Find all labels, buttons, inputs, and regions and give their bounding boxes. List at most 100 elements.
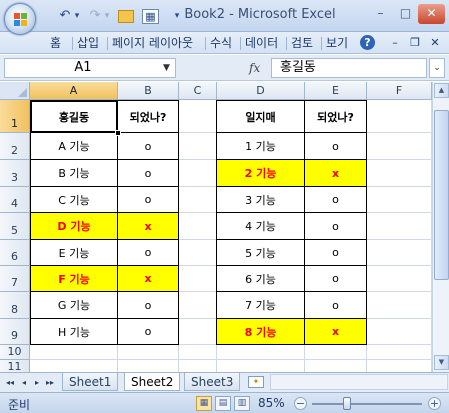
cell-a7[interactable]: F 기능 — [30, 265, 118, 292]
fill-handle[interactable] — [115, 130, 121, 136]
page-layout-view-icon[interactable]: ▤ — [215, 396, 231, 411]
cell-d2[interactable]: 1 기능 — [216, 132, 305, 160]
zoom-slider-thumb[interactable] — [343, 397, 351, 410]
normal-view-icon[interactable]: ▦ — [196, 396, 212, 411]
row-header[interactable]: 11 — [0, 360, 30, 372]
open-folder-icon[interactable]: ▭ — [118, 10, 134, 23]
expand-formula-bar-icon[interactable]: ⌄ — [429, 58, 445, 78]
name-box-dropdown-icon[interactable]: ▼ — [163, 59, 175, 77]
ribbon-minimize-button[interactable]: – — [388, 32, 402, 54]
cell-a3[interactable]: B 기능 — [30, 159, 118, 187]
sheet-tab-sheet2[interactable]: Sheet2 — [124, 373, 181, 391]
close-button[interactable]: ✕ — [418, 4, 445, 24]
cell-e9[interactable]: x — [304, 318, 367, 345]
select-all-button[interactable] — [0, 82, 30, 100]
page-break-view-icon[interactable]: ▥ — [234, 396, 250, 411]
row-header[interactable]: 4 — [0, 187, 30, 213]
ribbon-restore-button[interactable]: ❐ — [408, 32, 422, 54]
column-header[interactable]: D — [217, 82, 305, 100]
zoom-slider-track[interactable] — [312, 403, 422, 405]
help-icon[interactable]: ? — [360, 35, 375, 50]
cell-d4[interactable]: 3 기능 — [216, 186, 305, 213]
maximize-button[interactable]: □ — [393, 4, 418, 24]
tab-insert[interactable]: 삽입 — [77, 32, 99, 54]
zoom-in-icon[interactable]: + — [428, 397, 441, 410]
office-logo-icon — [14, 13, 28, 27]
tab-formulas[interactable]: 수식 — [210, 32, 232, 54]
cell-d9[interactable]: 8 기능 — [216, 318, 305, 345]
column-header[interactable]: B — [118, 82, 179, 100]
vertical-scroll-thumb[interactable] — [434, 110, 449, 280]
cell-b8[interactable]: o — [117, 291, 179, 319]
sheet-tab-sheet1[interactable]: Sheet1 — [62, 373, 119, 391]
cell-a4[interactable]: C 기능 — [30, 186, 118, 213]
cell-d6[interactable]: 5 기능 — [216, 239, 305, 266]
next-sheet-icon[interactable]: ▸ — [32, 376, 42, 390]
row-header[interactable]: 5 — [0, 213, 30, 240]
row-header[interactable]: 3 — [0, 160, 30, 187]
column-header[interactable]: E — [305, 82, 367, 100]
column-header[interactable]: F — [367, 82, 432, 100]
ribbon-close-button[interactable]: ✕ — [428, 32, 442, 54]
office-button[interactable] — [4, 3, 36, 35]
minimize-button[interactable]: – — [368, 4, 393, 24]
cell-e5[interactable]: o — [304, 212, 367, 240]
cell-d1[interactable]: 일지매 — [216, 100, 305, 133]
scroll-up-icon[interactable]: ▲ — [434, 83, 449, 98]
sheet-tab-sheet3[interactable]: Sheet3 — [184, 373, 241, 391]
cell-b1[interactable]: 되었나? — [117, 100, 179, 133]
row-header[interactable]: 9 — [0, 319, 30, 345]
cell-b5[interactable]: x — [117, 212, 179, 240]
cell-a2[interactable]: A 기능 — [30, 132, 118, 160]
last-sheet-icon[interactable]: ▸▸ — [45, 376, 55, 390]
column-header[interactable]: C — [179, 82, 217, 100]
prev-sheet-icon[interactable]: ◂ — [19, 376, 29, 390]
tab-page-layout[interactable]: 페이지 레이아웃 — [112, 32, 193, 54]
undo-dropdown-icon[interactable]: ▾ — [72, 7, 82, 25]
zoom-level[interactable]: 85% — [258, 396, 285, 410]
zoom-out-icon[interactable]: − — [294, 397, 307, 410]
cell-b3[interactable]: o — [117, 159, 179, 187]
tab-home[interactable]: 홈 — [50, 32, 61, 54]
cell-d7[interactable]: 6 기능 — [216, 265, 305, 292]
tab-separator — [72, 37, 73, 50]
tab-view[interactable]: 보기 — [326, 32, 348, 54]
cell-a8[interactable]: G 기능 — [30, 291, 118, 319]
name-box[interactable]: A1 ▼ — [4, 58, 176, 78]
formula-input[interactable]: 홍길동 — [271, 58, 427, 78]
row-header[interactable]: 7 — [0, 266, 30, 292]
cell-b6[interactable]: o — [117, 239, 179, 266]
cell-b2[interactable]: o — [117, 132, 179, 160]
horizontal-scrollbar[interactable] — [270, 374, 448, 390]
row-header[interactable]: 10 — [0, 345, 30, 360]
cell-d3[interactable]: 2 기능 — [216, 159, 305, 187]
worksheet-grid[interactable]: A B C D E F 1 2 3 4 5 6 7 8 9 10 11 홍길동 … — [0, 82, 432, 372]
cell-e3[interactable]: x — [304, 159, 367, 187]
row-header[interactable]: 2 — [0, 133, 30, 160]
cell-e4[interactable]: o — [304, 186, 367, 213]
cell-d8[interactable]: 7 기능 — [216, 291, 305, 319]
cell-a6[interactable]: E 기능 — [30, 239, 118, 266]
cell-a5[interactable]: D 기능 — [30, 212, 118, 240]
first-sheet-icon[interactable]: ◂◂ — [5, 376, 15, 390]
cell-d5[interactable]: 4 기능 — [216, 212, 305, 240]
cell-e6[interactable]: o — [304, 239, 367, 266]
cell-a9[interactable]: H 기능 — [30, 318, 118, 345]
cell-b7[interactable]: x — [117, 265, 179, 292]
row-header[interactable]: 6 — [0, 240, 30, 266]
cell-e2[interactable]: o — [304, 132, 367, 160]
scroll-down-icon[interactable]: ▼ — [434, 355, 449, 370]
tab-data[interactable]: 데이터 — [245, 32, 278, 54]
insert-function-icon[interactable]: fx — [249, 58, 269, 78]
vertical-scrollbar[interactable]: ▲ ▼ — [432, 82, 449, 372]
cell-e1[interactable]: 되었나? — [304, 100, 367, 133]
cell-e7[interactable]: o — [304, 265, 367, 292]
insert-sheet-icon[interactable]: ✦ — [248, 376, 264, 388]
cell-e8[interactable]: o — [304, 291, 367, 319]
cell-b4[interactable]: o — [117, 186, 179, 213]
column-header[interactable]: A — [30, 82, 118, 100]
cell-b9[interactable]: o — [117, 318, 179, 345]
tab-review[interactable]: 검토 — [291, 32, 313, 54]
row-header[interactable]: 8 — [0, 292, 30, 319]
row-header[interactable]: 1 — [0, 100, 30, 133]
